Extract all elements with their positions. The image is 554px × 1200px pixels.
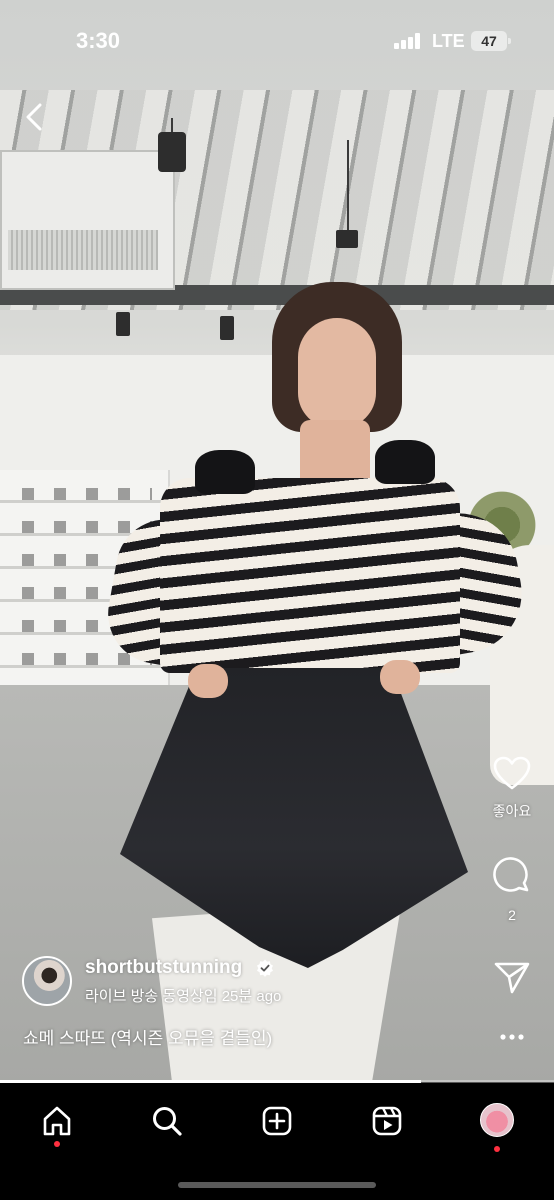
tab-create[interactable] (255, 1099, 299, 1143)
comment-button[interactable]: 2 (480, 857, 544, 923)
more-icon (500, 1034, 524, 1040)
comment-icon (493, 857, 529, 892)
reels-icon (372, 1106, 402, 1136)
back-button[interactable] (18, 100, 52, 134)
tab-home[interactable] (35, 1099, 79, 1147)
person (0, 0, 554, 1082)
status-time: 3:30 (76, 28, 121, 53)
heart-icon (493, 756, 531, 790)
face (298, 318, 376, 428)
post-meta: 라이브 방송 동영상임 25분 ago (85, 988, 282, 1005)
post-author: shortbutstunning 라이브 방송 동영상임 25분 ago (22, 956, 462, 1008)
verified-badge-icon (257, 959, 273, 977)
video-player[interactable] (0, 0, 554, 1082)
comment-count: 2 (508, 907, 516, 923)
tab-reels[interactable] (365, 1099, 409, 1143)
notification-dot (54, 1141, 60, 1147)
notification-dot (494, 1146, 500, 1152)
plus-square-icon (262, 1106, 292, 1136)
striped-sweater (160, 478, 460, 673)
chevron-left-icon (26, 103, 42, 131)
left-hand (188, 664, 228, 698)
author-avatar[interactable] (22, 956, 72, 1006)
home-indicator (178, 1182, 376, 1188)
right-hand (380, 660, 420, 694)
bottom-tab-bar (0, 1083, 554, 1200)
share-button[interactable] (480, 960, 544, 996)
author-username[interactable]: shortbutstunning (85, 957, 242, 979)
right-bow (375, 440, 435, 484)
home-icon (43, 1106, 71, 1136)
more-button[interactable] (480, 1027, 544, 1047)
battery-level: 47 (481, 33, 497, 49)
like-button[interactable]: 좋아요 (480, 755, 544, 821)
left-bow (195, 450, 255, 494)
tab-search[interactable] (145, 1099, 189, 1143)
send-icon (494, 962, 530, 994)
like-label: 좋아요 (492, 803, 532, 819)
profile-avatar (480, 1103, 514, 1137)
network-type: LTE (432, 31, 465, 51)
post-caption[interactable]: 쇼메 스따뜨 (역시즌 오뮤을 곁들인) (23, 1024, 272, 1049)
search-icon (153, 1107, 182, 1136)
status-bar: 3:30 LTE 47 (0, 0, 554, 82)
signal-icon (394, 33, 424, 49)
tab-profile[interactable] (475, 1099, 519, 1152)
battery-icon: 47 (471, 31, 511, 51)
